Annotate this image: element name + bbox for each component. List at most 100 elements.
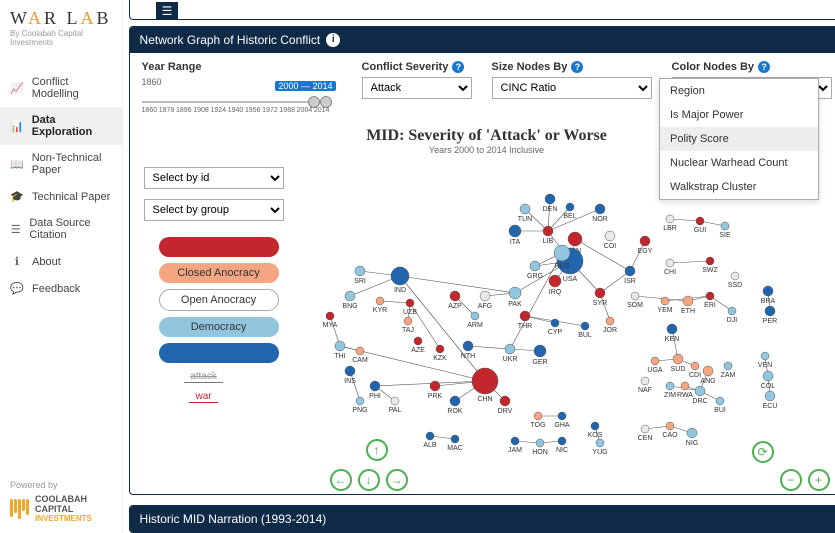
node-CHI[interactable] bbox=[666, 259, 674, 267]
nav-item-conflict-modelling[interactable]: 📈Conflict Modelling bbox=[0, 69, 122, 107]
node-LIB[interactable] bbox=[543, 226, 553, 236]
color-by-dropdown-open[interactable]: RegionIs Major PowerPolity ScoreNuclear … bbox=[659, 78, 819, 200]
hamburger-icon[interactable]: ☰ bbox=[156, 2, 178, 20]
node-TAJ[interactable] bbox=[404, 317, 412, 325]
node-DRV[interactable] bbox=[500, 396, 510, 406]
node-MAC[interactable] bbox=[451, 435, 459, 443]
node-ERI[interactable] bbox=[706, 292, 714, 300]
node-THI[interactable] bbox=[335, 341, 345, 351]
node-BUI[interactable] bbox=[716, 397, 724, 405]
node-UGA[interactable] bbox=[651, 357, 659, 365]
node-MYA[interactable] bbox=[326, 312, 334, 320]
nav-item-data-exploration[interactable]: 📊Data Exploration bbox=[0, 107, 122, 145]
node-SIE[interactable] bbox=[721, 222, 729, 230]
color-option-is-major-power[interactable]: Is Major Power bbox=[660, 103, 818, 127]
select-by-id[interactable]: Select by id bbox=[144, 167, 284, 189]
node-TUN[interactable] bbox=[520, 204, 530, 214]
node-ZIM[interactable] bbox=[666, 382, 674, 390]
size-by-select[interactable]: CINC Ratio bbox=[492, 77, 652, 99]
severity-select[interactable]: Attack bbox=[362, 77, 472, 99]
node-PER[interactable] bbox=[765, 306, 775, 316]
node-BNG[interactable] bbox=[345, 291, 355, 301]
node-NIC[interactable] bbox=[558, 437, 566, 445]
node-CDI[interactable] bbox=[691, 362, 699, 370]
pan-left-button[interactable]: ← bbox=[330, 469, 352, 491]
pan-down-button[interactable]: ↓ bbox=[358, 469, 380, 491]
node-PHI[interactable] bbox=[370, 381, 380, 391]
node-CYP[interactable] bbox=[551, 319, 559, 327]
node-SSD[interactable] bbox=[731, 272, 739, 280]
color-option-polity-score[interactable]: Polity Score bbox=[660, 127, 818, 151]
node-RUS[interactable] bbox=[554, 245, 570, 261]
node-CEN[interactable] bbox=[641, 425, 649, 433]
select-by-group[interactable]: Select by group bbox=[144, 199, 284, 221]
node-GER[interactable] bbox=[534, 345, 546, 357]
nav-item-about[interactable]: ℹAbout bbox=[0, 248, 122, 275]
node-THR[interactable] bbox=[520, 311, 530, 321]
legend-full[interactable]: Full Democracy bbox=[159, 343, 279, 363]
node-DJI[interactable] bbox=[728, 307, 736, 315]
legend-closed[interactable]: Closed Anocracy bbox=[159, 263, 279, 283]
node-SRI[interactable] bbox=[355, 266, 365, 276]
color-option-walkstrap-cluster[interactable]: Walkstrap Cluster bbox=[660, 175, 818, 199]
node-PAK[interactable] bbox=[509, 287, 521, 299]
node-LBR[interactable] bbox=[666, 215, 674, 223]
node-EGY[interactable] bbox=[640, 236, 650, 246]
node-BEL[interactable] bbox=[566, 203, 574, 211]
node-UKR[interactable] bbox=[505, 344, 515, 354]
legend-autocracy[interactable]: Autocracy bbox=[159, 237, 279, 257]
node-ISR[interactable] bbox=[625, 266, 635, 276]
node-KOS[interactable] bbox=[591, 422, 599, 430]
node-NAF[interactable] bbox=[641, 377, 649, 385]
zoom-out-button[interactable]: − bbox=[780, 469, 802, 491]
node-AFG[interactable] bbox=[480, 291, 490, 301]
reset-view-button[interactable]: ⟳ bbox=[752, 441, 774, 463]
node-SYR[interactable] bbox=[595, 288, 605, 298]
node-CAM[interactable] bbox=[356, 347, 364, 355]
node-NOR[interactable] bbox=[595, 204, 605, 214]
node-CHN[interactable] bbox=[472, 368, 498, 394]
node-NTH[interactable] bbox=[463, 341, 473, 351]
node-PRK[interactable] bbox=[430, 381, 440, 391]
node-HON[interactable] bbox=[536, 439, 544, 447]
node-ANG[interactable] bbox=[703, 366, 713, 376]
node-ROK[interactable] bbox=[450, 396, 460, 406]
node-JAM[interactable] bbox=[511, 437, 519, 445]
node-IRN[interactable] bbox=[568, 232, 582, 246]
node-ARM[interactable] bbox=[471, 312, 479, 320]
node-BUL[interactable] bbox=[581, 322, 589, 330]
node-ITA[interactable] bbox=[509, 225, 521, 237]
info-icon[interactable]: i bbox=[326, 33, 340, 47]
help-icon[interactable]: ? bbox=[452, 61, 464, 73]
node-YEM[interactable] bbox=[661, 297, 669, 305]
nav-item-non-technical-paper[interactable]: 📖Non-Technical Paper bbox=[0, 145, 122, 183]
node-DRC[interactable] bbox=[695, 386, 705, 396]
node-AZP[interactable] bbox=[450, 291, 460, 301]
node-COI[interactable] bbox=[605, 231, 615, 241]
node-NIG[interactable] bbox=[687, 428, 697, 438]
node-GRG[interactable] bbox=[530, 261, 540, 271]
node-COL[interactable] bbox=[763, 371, 773, 381]
color-option-nuclear-warhead-count[interactable]: Nuclear Warhead Count bbox=[660, 151, 818, 175]
node-GHA[interactable] bbox=[558, 412, 566, 420]
help-icon[interactable]: ? bbox=[571, 61, 583, 73]
node-SWZ[interactable] bbox=[706, 257, 714, 265]
pan-up-button[interactable]: ↑ bbox=[366, 439, 388, 461]
legend-dem[interactable]: Democracy bbox=[159, 317, 279, 337]
node-ZAM[interactable] bbox=[724, 362, 732, 370]
node-PNG[interactable] bbox=[356, 397, 364, 405]
node-SUD[interactable] bbox=[673, 354, 683, 364]
node-UZB[interactable] bbox=[406, 299, 414, 307]
node-VEN[interactable] bbox=[761, 352, 769, 360]
node-GUI[interactable] bbox=[696, 217, 704, 225]
node-KYR[interactable] bbox=[376, 297, 384, 305]
nav-item-data-source-citation[interactable]: ☰Data Source Citation bbox=[0, 210, 122, 248]
node-INS[interactable] bbox=[345, 366, 355, 376]
node-PAL[interactable] bbox=[391, 397, 399, 405]
node-CAO[interactable] bbox=[666, 422, 674, 430]
node-JOR[interactable] bbox=[606, 317, 614, 325]
node-AZE[interactable] bbox=[414, 337, 422, 345]
node-BRA[interactable] bbox=[763, 286, 773, 296]
nav-item-feedback[interactable]: 💬Feedback bbox=[0, 275, 122, 302]
zoom-in-button[interactable]: + bbox=[808, 469, 830, 491]
